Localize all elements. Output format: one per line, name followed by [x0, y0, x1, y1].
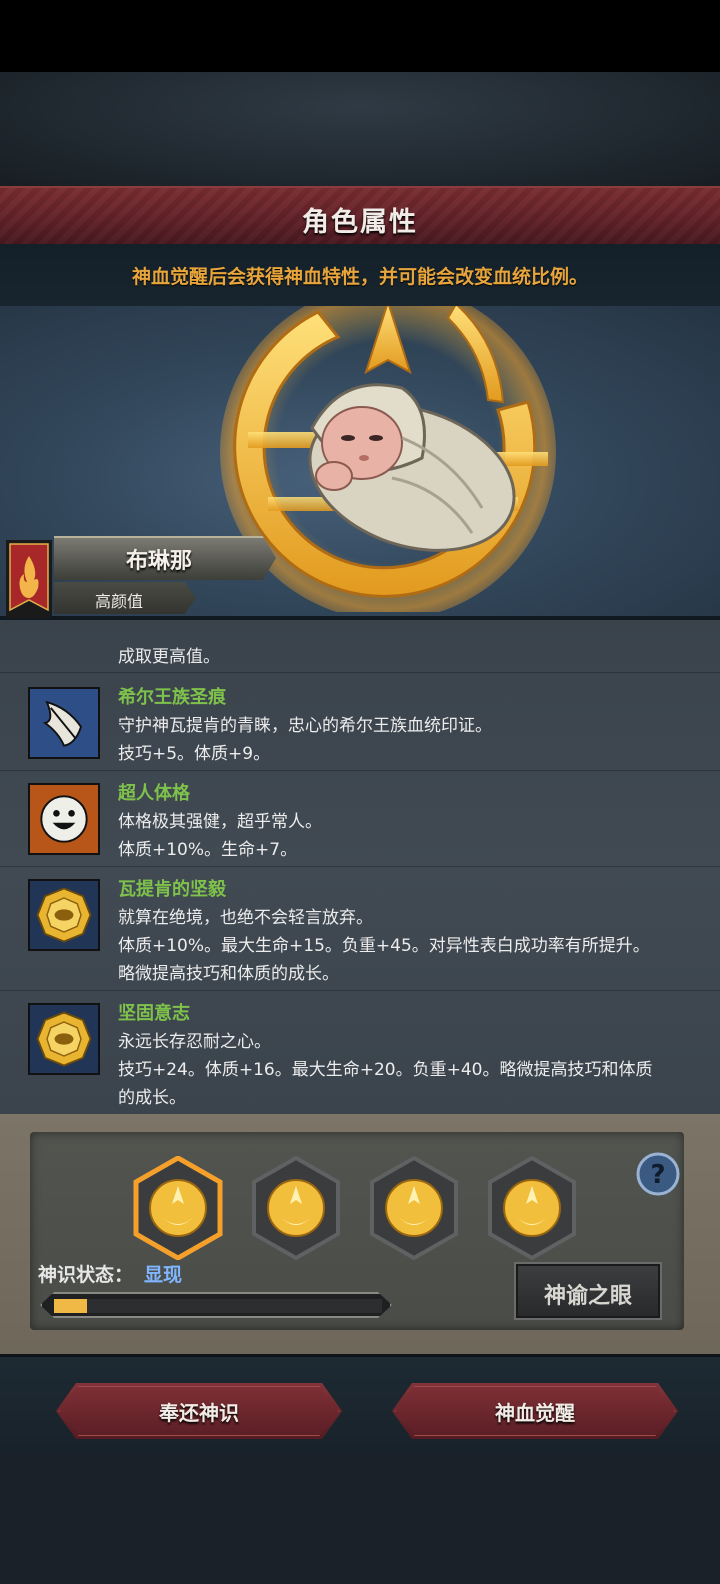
divine-slot-3[interactable] [368, 1156, 460, 1260]
trait-desc: 就算在绝境，也绝不会轻言放弃。 [118, 908, 373, 928]
divine-slot-1[interactable] [132, 1156, 224, 1260]
bottom-area [0, 1454, 720, 1584]
trait-name: 超人体格 [118, 783, 190, 804]
trait-effect-2: 的成长。 [118, 1088, 186, 1108]
divine-slot-4[interactable] [486, 1156, 578, 1260]
divine-status-label: 神识状态： [38, 1264, 134, 1286]
traits-list[interactable]: 成取更高值。 希尔王族圣痕 守护神瓦提肯的青睐，忠心的希尔王族血统印证。 技巧+… [0, 620, 720, 1114]
trait-name: 希尔王族圣痕 [118, 687, 226, 708]
background-upper [0, 72, 720, 188]
progress-fill [54, 1299, 87, 1313]
golden-medal-icon [28, 879, 100, 951]
divine-slot-2[interactable] [250, 1156, 342, 1260]
trait-effect: 技巧+24。体质+16。最大生命+20。负重+40。略微提高技巧和体质 [118, 1060, 653, 1080]
screen: 角色属性 神血觉醒后会获得神血特性，并可能会改变血统比例。 布琳那 高颜值 成取… [0, 0, 720, 1584]
footer-bar: 奉还神识 神血觉醒 [0, 1354, 720, 1454]
return-divine-sense-button[interactable]: 奉还神识 [56, 1383, 342, 1439]
divine-inner-panel: ? 神识状态： 显现 神谕之眼 [30, 1132, 684, 1330]
trait-partial-line: 成取更高值。 [118, 647, 220, 667]
trait-desc: 永远长存忍耐之心。 [118, 1032, 271, 1052]
notice-strip: 神血觉醒后会获得神血特性，并可能会改变血统比例。 [0, 244, 720, 306]
trait-effect: 体质+10%。生命+7。 [118, 840, 298, 860]
question-mark-icon[interactable]: ? [636, 1152, 680, 1196]
trait-effect-2: 略微提高技巧和体质的成长。 [118, 964, 339, 984]
divine-status-value: 显现 [144, 1264, 183, 1286]
progress-inner [54, 1299, 382, 1313]
divine-blood-awaken-label: 神血觉醒 [495, 1401, 575, 1425]
trait-item: 希尔王族圣痕 守护神瓦提肯的青睐，忠心的希尔王族血统印证。 技巧+5。体质+9。 [0, 672, 720, 770]
notice-text: 神血觉醒后会获得神血特性，并可能会改变血统比例。 [131, 266, 588, 288]
feather-mark-icon [28, 687, 100, 759]
divine-progress-bar [40, 1292, 392, 1318]
trait-item: 超人体格 体格极其强健，超乎常人。 体质+10%。生命+7。 [0, 770, 720, 866]
trait-effect: 技巧+5。体质+9。 [118, 744, 271, 764]
golden-medal-icon [28, 1003, 100, 1075]
character-tag: 高颜值 [94, 592, 143, 611]
trait-desc: 守护神瓦提肯的青睐，忠心的希尔王族血统印证。 [118, 716, 492, 736]
trait-effect: 体质+10%。最大生命+15。负重+45。对异性表白成功率有所提升。 [118, 936, 650, 956]
trait-desc: 体格极其强健，超乎常人。 [118, 812, 322, 832]
status-bar-area [0, 0, 720, 72]
svg-text:?: ? [650, 1160, 665, 1190]
return-divine-sense-label: 奉还神识 [159, 1401, 239, 1425]
trait-item: 瓦提肯的坚毅 就算在绝境，也绝不会轻言放弃。 体质+10%。最大生命+15。负重… [0, 866, 720, 990]
oracle-eye-label: 神谕之眼 [543, 1284, 632, 1309]
flame-banner-icon [6, 540, 52, 618]
page-title: 角色属性 [302, 207, 418, 238]
baby-portrait [308, 383, 516, 552]
trait-name: 坚固意志 [118, 1003, 190, 1024]
smiley-face-icon [28, 783, 100, 855]
trait-item: 坚固意志 永远长存忍耐之心。 技巧+24。体质+16。最大生命+20。负重+40… [0, 990, 720, 1114]
title-banner: 角色属性 [0, 186, 720, 244]
trait-name: 瓦提肯的坚毅 [118, 879, 226, 900]
divine-blood-awaken-button[interactable]: 神血觉醒 [392, 1383, 678, 1439]
divine-control-panel: ? 神识状态： 显现 神谕之眼 [0, 1114, 720, 1354]
character-name: 布琳那 [125, 549, 192, 574]
oracle-eye-button[interactable]: 神谕之眼 [514, 1262, 662, 1320]
character-name-plate: 布琳那 高颜值 [0, 536, 280, 620]
